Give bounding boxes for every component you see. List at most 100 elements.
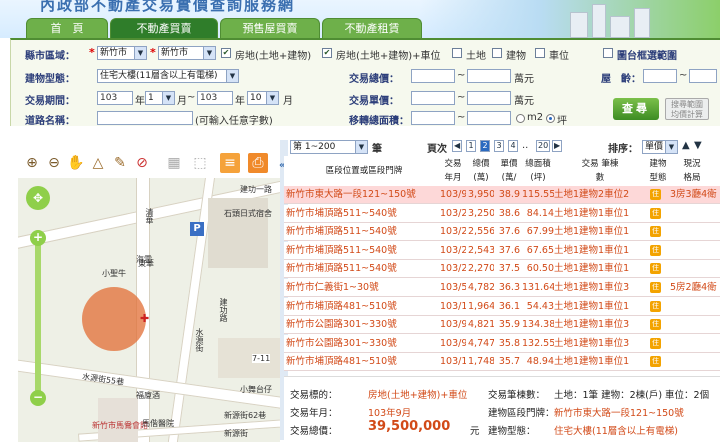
search-radius-circle (82, 287, 146, 351)
total-price-max-input[interactable] (467, 69, 511, 83)
cell-date: 103/9 (440, 319, 466, 331)
table-row[interactable]: 新竹市公園路301~330號 103/9 4,747 35.8 132.55 土地1建物1… (284, 334, 720, 353)
detail-address-label: 建物區段門牌： (488, 408, 555, 419)
cell-total: 2,543 (468, 244, 494, 256)
period-start-month-select[interactable]: 1 ▼ (145, 91, 175, 105)
cell-total: 1,748 (468, 356, 494, 368)
pan-hand-icon[interactable]: ✋ (66, 153, 86, 173)
required-mark: * (89, 46, 95, 59)
cell-total: 3,250 (468, 207, 494, 219)
draw-line-icon[interactable]: ✎ (110, 153, 130, 173)
cell-total: 2,270 (468, 263, 494, 275)
table-row[interactable]: 新竹市埔頂路481~510號 103/1 1,964 36.1 54.43 土地1建物1車… (284, 297, 720, 316)
option-parking-checkbox[interactable] (535, 48, 545, 58)
next-page-button[interactable]: ▶ (552, 140, 563, 152)
chevron-down-icon: ▼ (665, 141, 677, 153)
search-button[interactable]: 查尋 (613, 98, 659, 120)
full-extent-icon[interactable]: ▦ (164, 153, 184, 173)
page-4[interactable]: 4 (508, 140, 518, 152)
cell-total: 2,556 (468, 226, 494, 238)
range-average-button[interactable]: 搜尋範圍 均價計算 (665, 98, 709, 120)
option-land-checkbox[interactable] (452, 48, 462, 58)
age-max-input[interactable] (689, 69, 717, 83)
area-unit-ping-radio[interactable] (546, 114, 555, 123)
unit-price-unit: 萬元 (514, 96, 534, 107)
chevron-down-icon: ▼ (134, 47, 146, 59)
page-range-value: 第 1~200 (293, 142, 336, 152)
prev-page-button[interactable]: ◀ (452, 140, 463, 152)
table-row[interactable]: 新竹市東大路一段121~150號 103/9 3,950 38.9 115.55 土地1建… (284, 186, 720, 204)
option-land-building-checkbox[interactable]: ✔ (221, 48, 231, 58)
tab-rental[interactable]: 不動產租賃 (322, 18, 422, 38)
period-end-year-input[interactable]: 103 (197, 91, 233, 105)
clear-icon[interactable]: ⊘ (132, 153, 152, 173)
column-header-area: 總面積 (坪) (525, 159, 551, 183)
map-toolbar: ⊕ ⊖ ✋ △ ✎ ⊘ ▦ ⬚ ≡ ⎙ (18, 150, 280, 176)
residential-badge: 住 (650, 189, 661, 200)
page-2[interactable]: 2 (480, 140, 490, 152)
site-banner: 內政部不動產交易實價查詢服務網 (40, 0, 296, 14)
page-range-select[interactable]: 第 1~200 ▼ (290, 140, 368, 154)
page-last[interactable]: 20 (536, 140, 551, 152)
print-icon[interactable]: ⎙ (248, 153, 268, 173)
unit-price-max-input[interactable] (467, 91, 511, 105)
sort-desc-icon[interactable]: ▼ (694, 140, 702, 151)
age-min-input[interactable] (643, 69, 677, 83)
pan-control-icon[interactable]: ✥ (26, 186, 50, 210)
zoom-plus-button[interactable]: + (30, 230, 46, 246)
cell-address: 新竹市埔頂路481~510號 (286, 300, 397, 312)
map-label: 新源街62巷 (224, 411, 267, 420)
zoom-slider[interactable] (35, 230, 41, 400)
parking-icon: P (190, 222, 204, 236)
sort-asc-icon[interactable]: ▲ (682, 140, 690, 151)
map-select-checkbox[interactable] (603, 48, 613, 58)
page-3[interactable]: 3 (494, 140, 504, 152)
cell-date: 103/1 (440, 356, 466, 368)
unit-price-min-input[interactable] (411, 91, 455, 105)
period-end-month-select[interactable]: 10 ▼ (247, 91, 279, 105)
area-min-input[interactable] (411, 111, 455, 125)
total-price-min-input[interactable] (411, 69, 455, 83)
zoom-minus-button[interactable]: − (30, 390, 46, 406)
table-row[interactable]: 新竹市公園路301~330號 103/9 4,821 35.9 134.38 土地1建物1… (284, 316, 720, 335)
tab-home[interactable]: 首 頁 (26, 18, 108, 38)
district-label: 縣市區域： (25, 51, 75, 62)
map-label: 海雲 (136, 255, 152, 264)
table-row[interactable]: 新竹市仁義街1~30號 103/5 4,782 36.3 131.64 土地1建物1車位3… (284, 279, 720, 297)
option-building-checkbox[interactable] (492, 48, 502, 58)
polygon-icon[interactable]: △ (88, 153, 108, 173)
zoom-in-icon[interactable]: ⊕ (22, 153, 42, 173)
page-1[interactable]: 1 (466, 140, 476, 152)
cell-layout: 3房3廳4衛 (670, 189, 717, 200)
table-row[interactable]: 新竹市埔頂路481~510號 103/1 1,748 35.7 48.94 土地1建物1車… (284, 353, 720, 372)
building-type-select[interactable]: 住宅大樓(11層含以上有電梯) ▼ (97, 69, 239, 83)
map-label: 新竹市馬鴦會館 (92, 421, 148, 430)
area-unit-m2-radio[interactable] (516, 114, 525, 123)
zoom-out-icon[interactable]: ⊖ (44, 153, 64, 173)
table-row[interactable]: 新竹市埔頂路511~540號 103/2 2,270 37.5 60.50 土地1建物1車… (284, 260, 720, 279)
residential-badge: 住 (650, 356, 661, 368)
layers-icon[interactable]: ≡ (220, 153, 240, 173)
road-input[interactable] (97, 111, 193, 125)
city-select[interactable]: 新竹市 ▼ (97, 46, 147, 60)
table-row[interactable]: 新竹市埔頂路511~540號 103/2 2,543 37.6 67.65 土地1建物1車… (284, 241, 720, 260)
range-separator: ~ (457, 92, 466, 103)
sort-select[interactable]: 單價 ▼ (642, 140, 678, 154)
period-start-year-input[interactable]: 103 (97, 91, 133, 105)
map-view[interactable]: 建功一路 石頭日式宿舍 清華 東華 小聖牛 海雲 P 水源街55巷 福廈酒 新竹… (18, 178, 280, 442)
table-row[interactable]: 新竹市埔頂路511~540號 103/2 2,556 37.6 67.99 土地1建物1車… (284, 223, 720, 242)
district-select[interactable]: 新竹市 ▼ (158, 46, 216, 60)
tab-presale[interactable]: 預售屋買賣 (220, 18, 320, 38)
cell-date: 103/2 (440, 244, 466, 256)
detail-price-unit: 元 (470, 426, 480, 437)
cell-unit: 37.5 (498, 263, 520, 275)
location-pin-icon[interactable]: ✚ (140, 312, 149, 325)
cell-layout (670, 223, 720, 241)
residential-badge: 住 (650, 319, 661, 331)
option-land-building-parking-checkbox[interactable]: ✔ (322, 48, 332, 58)
select-box-icon[interactable]: ⬚ (190, 153, 210, 173)
map-label: 水源街 (195, 328, 204, 352)
area-max-input[interactable] (467, 111, 511, 125)
table-row[interactable]: 新竹市埔頂路511~540號 103/2 3,250 38.6 84.14 土地1建物1車… (284, 204, 720, 223)
tab-real-estate-sale[interactable]: 不動產買賣 (110, 18, 218, 38)
